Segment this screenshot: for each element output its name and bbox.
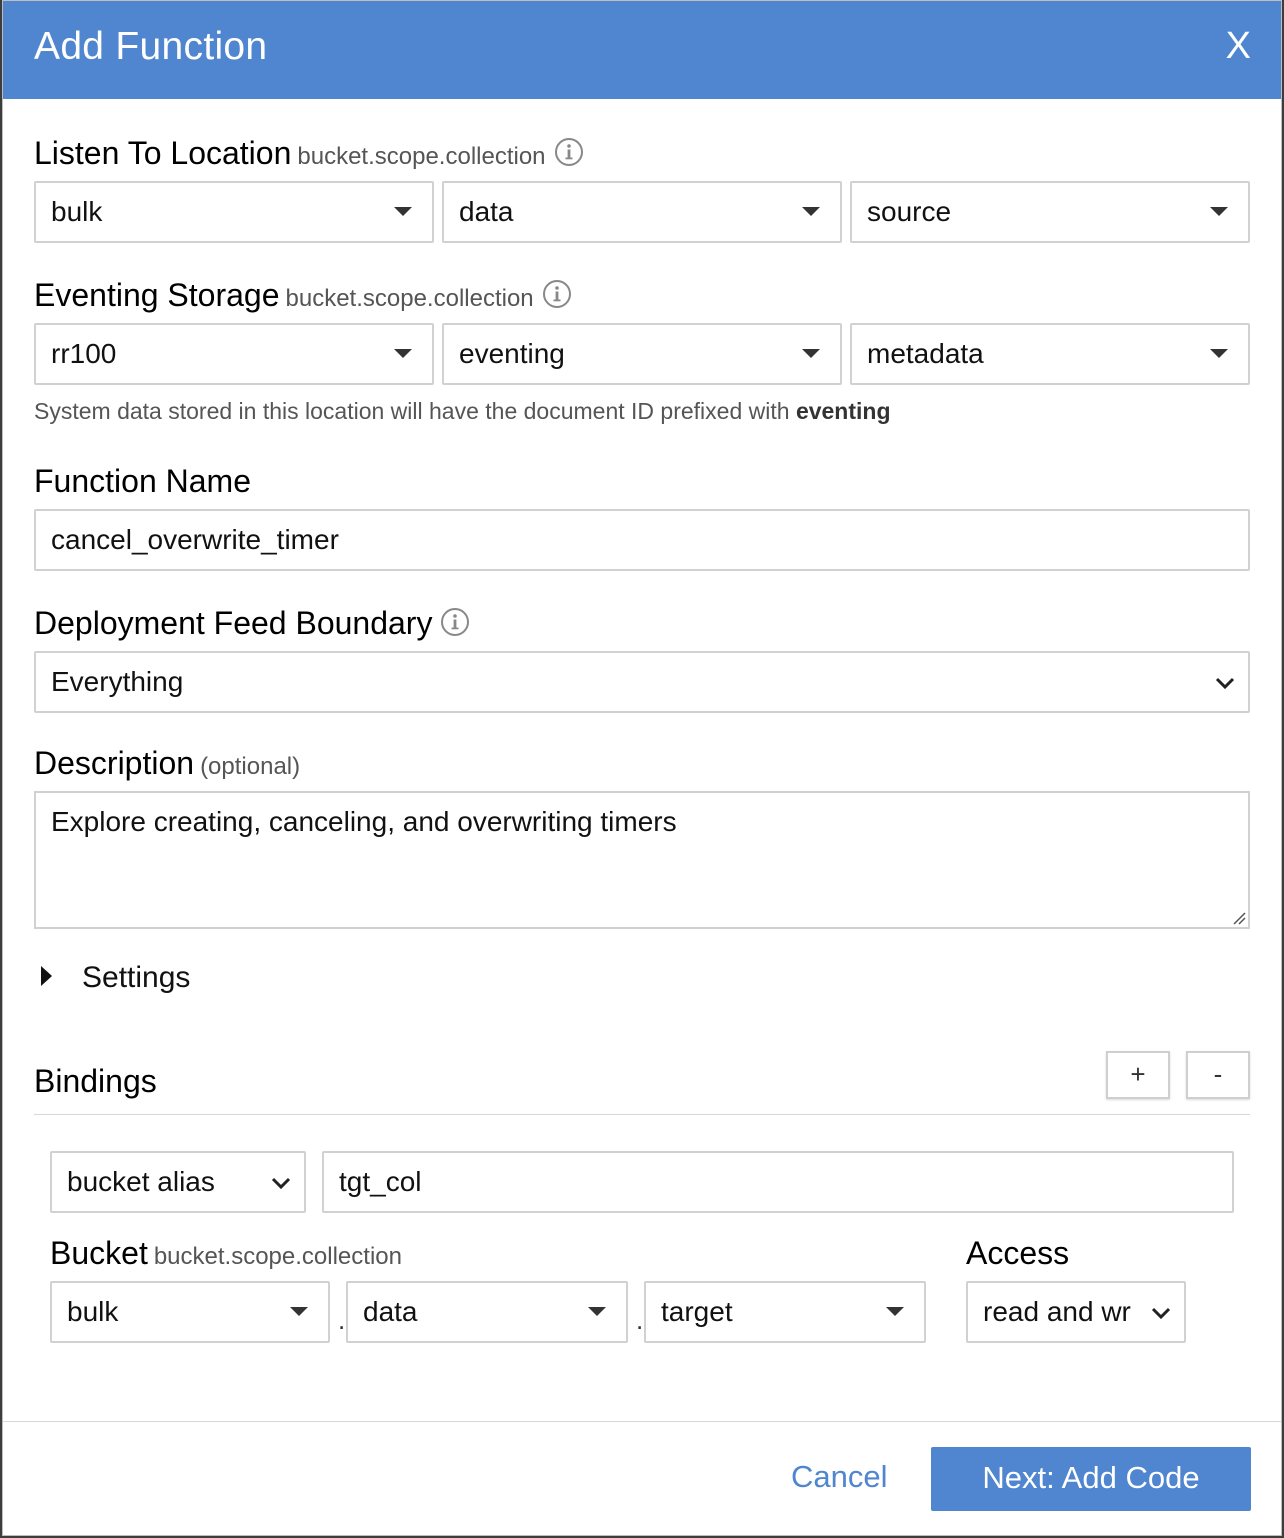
listen-bucket-select[interactable]: bulk	[34, 181, 434, 243]
caret-right-icon	[41, 966, 52, 987]
eventing-storage-label: Eventing Storage bucket.scope.collection	[34, 277, 572, 314]
chevron-down-icon	[271, 1177, 291, 1190]
binding-scope-value: data	[363, 1296, 418, 1327]
separator-dot: .	[636, 1305, 644, 1335]
caret-down-icon	[1210, 207, 1228, 216]
caret-down-icon	[802, 207, 820, 216]
dialog-title: Add Function	[34, 25, 268, 68]
storage-collection-select[interactable]: metadata	[850, 323, 1250, 385]
storage-note-prefix: eventing	[795, 398, 891, 424]
binding-alias-input[interactable]: tgt_col	[322, 1151, 1234, 1213]
storage-note: System data stored in this location will…	[34, 398, 891, 425]
caret-down-icon	[886, 1307, 904, 1316]
caret-down-icon	[290, 1307, 308, 1316]
separator-dot: .	[338, 1305, 346, 1335]
access-value: read and wr	[983, 1296, 1131, 1327]
binding-bucket-title: Bucket	[50, 1235, 148, 1271]
listen-scope-value: data	[459, 196, 514, 227]
binding-type-value: bucket alias	[67, 1166, 215, 1197]
chevron-down-icon	[1215, 677, 1235, 690]
feed-boundary-value: Everything	[51, 666, 184, 697]
listen-collection-select[interactable]: source	[850, 181, 1250, 243]
caret-down-icon	[802, 349, 820, 358]
binding-alias-value: tgt_col	[339, 1166, 422, 1197]
description-value: Explore creating, canceling, and overwri…	[51, 806, 677, 837]
description-label: Description (optional)	[34, 745, 300, 782]
info-icon[interactable]	[554, 137, 584, 167]
next-add-code-button[interactable]: Next: Add Code	[931, 1447, 1251, 1511]
settings-label: Settings	[82, 961, 191, 994]
access-label: Access	[966, 1235, 1070, 1271]
listen-bucket-value: bulk	[51, 196, 103, 227]
info-icon[interactable]	[440, 607, 470, 637]
add-binding-button[interactable]: +	[1106, 1051, 1170, 1099]
binding-collection-value: target	[661, 1296, 733, 1327]
dialog-header: Add Function X	[3, 1, 1281, 99]
remove-binding-button[interactable]: -	[1186, 1051, 1250, 1099]
binding-scope-select[interactable]: data	[346, 1281, 628, 1343]
function-name-label: Function Name	[34, 463, 251, 499]
close-button[interactable]: X	[1226, 25, 1251, 68]
binding-bucket-select[interactable]: bulk	[50, 1281, 330, 1343]
binding-bucket-value: bulk	[67, 1296, 119, 1327]
storage-note-text: System data stored in this location will…	[34, 398, 790, 424]
storage-scope-value: eventing	[459, 338, 565, 369]
storage-bucket-select[interactable]: rr100	[34, 323, 434, 385]
access-select[interactable]: read and wr	[966, 1281, 1186, 1343]
feed-boundary-label: Deployment Feed Boundary	[34, 605, 470, 642]
bindings-divider	[34, 1114, 1250, 1115]
listen-to-location-title: Listen To Location	[34, 135, 292, 171]
caret-down-icon	[1210, 349, 1228, 358]
listen-to-location-hint: bucket.scope.collection	[297, 143, 546, 170]
bindings-label: Bindings	[34, 1063, 157, 1099]
description-title: Description	[34, 745, 195, 781]
function-name-value: cancel_overwrite_timer	[51, 524, 339, 555]
eventing-storage-title: Eventing Storage	[34, 277, 280, 313]
caret-down-icon	[394, 207, 412, 216]
resize-grip-icon[interactable]	[1230, 909, 1246, 925]
binding-collection-select[interactable]: target	[644, 1281, 926, 1343]
cancel-button[interactable]: Cancel	[791, 1459, 888, 1495]
chevron-down-icon	[1150, 1302, 1172, 1324]
footer-divider	[3, 1421, 1281, 1422]
storage-scope-select[interactable]: eventing	[442, 323, 842, 385]
binding-type-select[interactable]: bucket alias	[50, 1151, 306, 1213]
settings-toggle[interactable]: Settings	[41, 961, 190, 995]
description-hint: (optional)	[200, 753, 301, 780]
caret-down-icon	[394, 349, 412, 358]
info-icon[interactable]	[542, 279, 572, 309]
feed-boundary-select[interactable]: Everything	[34, 651, 1250, 713]
feed-boundary-title: Deployment Feed Boundary	[34, 605, 433, 641]
caret-down-icon	[588, 1307, 606, 1316]
listen-scope-select[interactable]: data	[442, 181, 842, 243]
listen-to-location-label: Listen To Location bucket.scope.collectio…	[34, 135, 584, 172]
storage-collection-value: metadata	[867, 338, 984, 369]
binding-bucket-hint: bucket.scope.collection	[153, 1243, 402, 1270]
description-textarea[interactable]: Explore creating, canceling, and overwri…	[34, 791, 1250, 929]
function-name-input[interactable]: cancel_overwrite_timer	[34, 509, 1250, 571]
binding-bucket-label: Bucket bucket.scope.collection	[50, 1235, 402, 1272]
eventing-storage-hint: bucket.scope.collection	[285, 285, 534, 312]
add-function-dialog: Add Function X Listen To Location bucket.…	[2, 0, 1282, 1536]
storage-bucket-value: rr100	[51, 338, 117, 369]
listen-collection-value: source	[867, 196, 952, 227]
